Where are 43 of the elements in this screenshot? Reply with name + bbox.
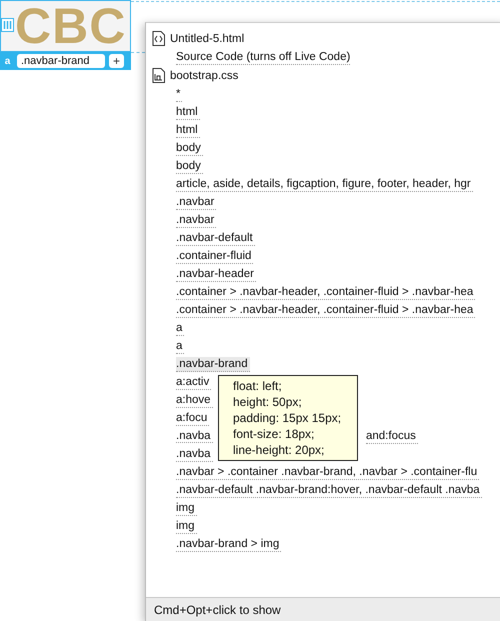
class-field[interactable]: .navbar-brand [17, 54, 105, 68]
css-rule-item[interactable]: .navbar-brand > img [176, 536, 282, 552]
css-declaration: float: left; [233, 378, 283, 394]
grip-icon[interactable] [1, 18, 14, 32]
css-rule-item[interactable]: html [176, 104, 200, 120]
css-rule-item[interactable]: .navba [176, 446, 213, 462]
stylesheet-file-icon [152, 68, 165, 83]
logo-text: CBC [15, 1, 126, 51]
css-rule-item[interactable]: .navbar [176, 212, 216, 228]
css-rule-item[interactable]: .navbar > .container .navbar-brand, .navbar > .container-flu [176, 464, 480, 480]
status-text: Cmd+Opt+click to show [154, 602, 281, 616]
tag-label: a [4, 56, 12, 66]
css-rule-item[interactable]: and:focus [366, 428, 418, 444]
css-rule-item[interactable]: img [176, 500, 197, 516]
css-rule-item[interactable]: .navbar-default .navbar-brand:hover, .navbar-default .navba [176, 482, 482, 498]
file-name[interactable]: Untitled-5.html [170, 32, 244, 44]
menu-option[interactable]: Source Code (turns off Live Code) [176, 50, 350, 64]
file-name[interactable]: bootstrap.css [170, 70, 238, 82]
css-rule-item[interactable]: .navba [176, 430, 213, 443]
css-rule-item[interactable]: a:focu [176, 410, 210, 426]
css-declaration: padding: 15px 15px; [233, 410, 342, 426]
css-rule-item[interactable]: * [176, 86, 182, 102]
css-rule-item[interactable]: .navbar-brand [176, 356, 250, 372]
css-rule-item[interactable]: img [176, 518, 197, 534]
add-class-button[interactable]: + [109, 54, 124, 68]
css-rule-item[interactable]: article, aside, details, figcaption, figure, footer, header, hgr [176, 176, 473, 192]
css-rule-item[interactable]: html [176, 122, 200, 138]
css-rule-item[interactable]: body [176, 140, 203, 156]
css-rule-item[interactable]: body [176, 158, 203, 174]
css-rule-item[interactable]: .navbar-default [176, 230, 255, 246]
css-rule-item[interactable]: .container-fluid [176, 248, 254, 264]
css-rule-item[interactable]: a [176, 320, 184, 336]
css-rule-item[interactable]: a:hove [176, 392, 213, 408]
css-rule-item[interactable]: .navbar [176, 194, 216, 210]
css-rule-item[interactable]: a [176, 338, 184, 354]
css-rule-item[interactable]: a:activ [176, 374, 212, 390]
css-declaration: font-size: 18px; [233, 426, 316, 442]
css-rule-item[interactable]: .container > .navbar-header, .container-fluid > .navbar-hea [176, 302, 476, 318]
code-file-icon [152, 31, 165, 46]
css-rule-item[interactable]: .navbar-header [176, 266, 256, 282]
css-declaration: height: 50px; [233, 394, 303, 410]
css-rule-item[interactable]: .container > .navbar-header, .container-fluid > .navbar-hea [176, 284, 476, 300]
css-declaration: line-height: 20px; [233, 442, 326, 458]
